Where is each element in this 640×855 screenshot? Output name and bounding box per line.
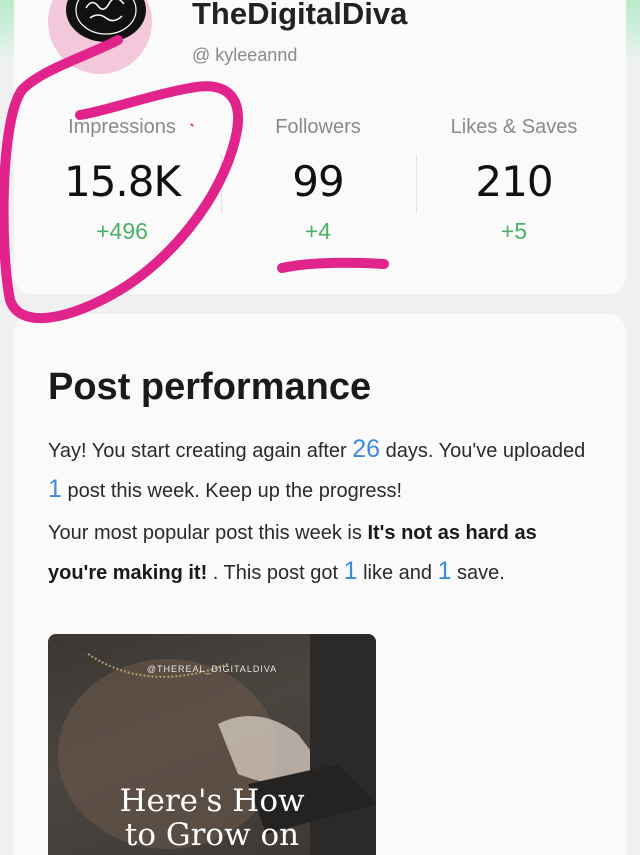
post-thumbnail[interactable]: @THEREAL_DIGITALDIVA Here's How to Grow … [48, 634, 376, 855]
stat-delta: +5 [500, 218, 528, 244]
stat-label: Impressions [68, 116, 176, 138]
logo-icon [75, 0, 137, 35]
stat-delta: +4 [304, 218, 332, 244]
days-count: 26 [352, 435, 381, 463]
profile-name: TheDigitalDiva [192, 0, 408, 31]
progress-message: Yay! You start creating again after 26 d… [48, 435, 586, 503]
stat-followers[interactable]: Followers 99 +4 [218, 116, 418, 245]
likes-count: 1 [343, 557, 358, 585]
posts-count: 1 [48, 475, 62, 503]
saves-count: 1 [437, 557, 452, 585]
stat-delta: +496 [96, 218, 148, 244]
stat-label: Likes & Saves [450, 116, 578, 138]
stat-value: 15.8K [63, 157, 181, 206]
post-watermark: @THEREAL_DIGITALDIVA [146, 664, 278, 674]
avatar[interactable] [66, 0, 146, 42]
profile-handle: @ kyleeannd [192, 45, 298, 65]
stat-impressions[interactable]: Impressions 15.8K +496 [22, 116, 222, 245]
post-headline: Here's How to Grow on [119, 783, 305, 853]
stat-label: Followers [275, 116, 361, 138]
stat-value: 99 [292, 157, 344, 206]
popular-post-message: Your most popular post this week is It's… [48, 522, 537, 585]
section-title: Post performance [48, 366, 372, 408]
stat-value: 210 [475, 157, 553, 206]
stat-likes-saves[interactable]: Likes & Saves 210 +5 [414, 116, 614, 245]
